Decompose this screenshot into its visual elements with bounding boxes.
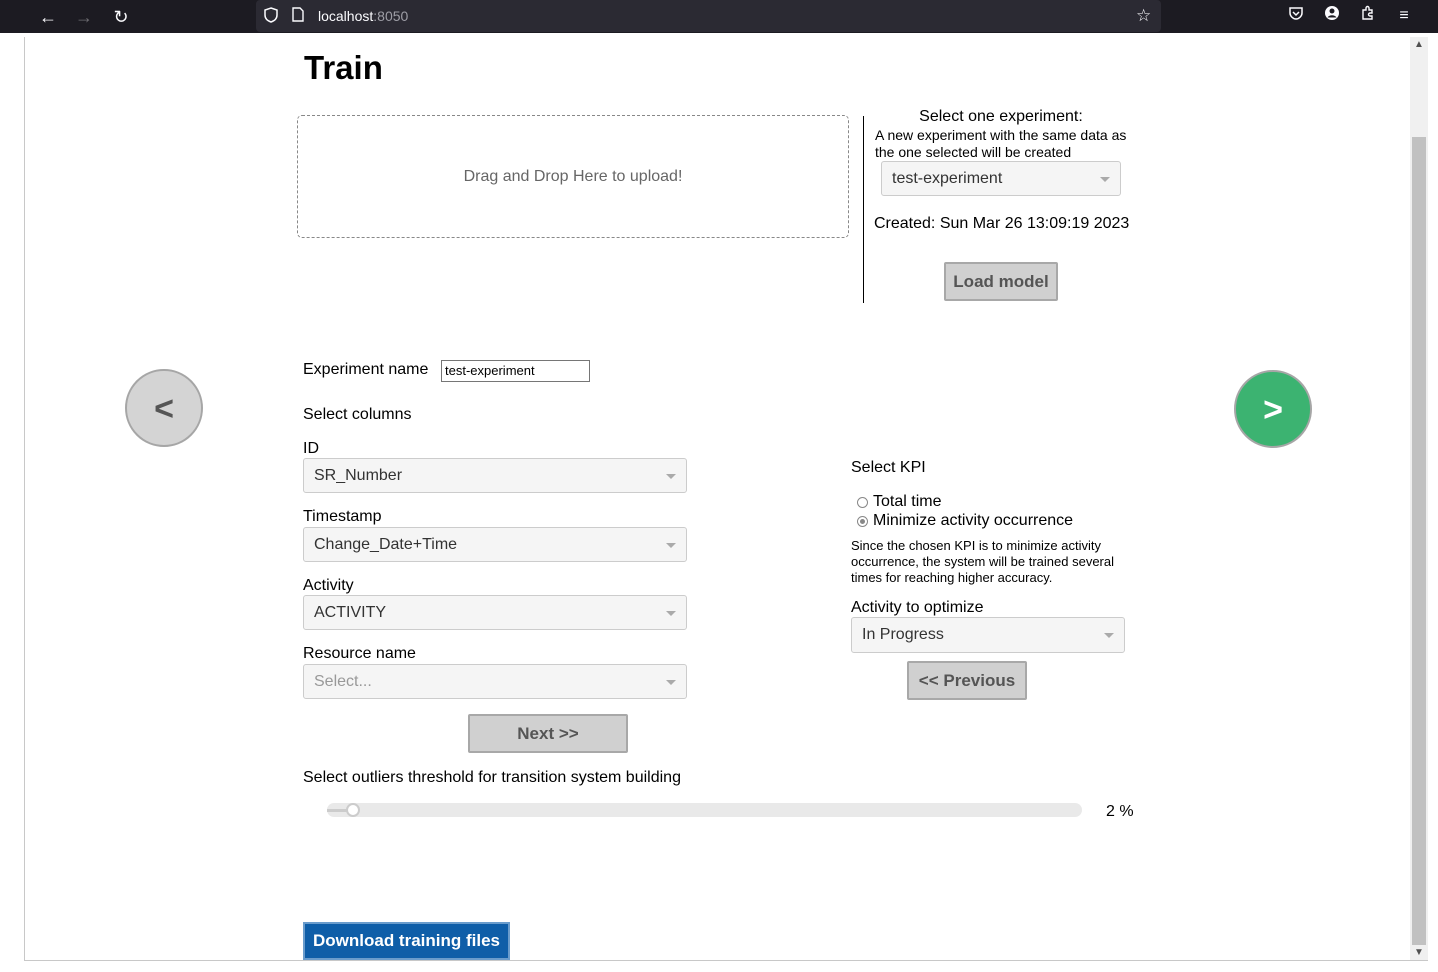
next-page-button[interactable]: > xyxy=(1234,370,1312,448)
resource-name-label: Resource name xyxy=(303,645,416,662)
upload-dropzone[interactable]: Drag and Drop Here to upload! xyxy=(297,115,849,238)
chevron-down-icon xyxy=(1100,176,1110,182)
kpi-option-label[interactable]: Minimize activity occurrence xyxy=(873,512,1073,530)
chevron-down-icon xyxy=(666,542,676,548)
page-icon xyxy=(292,7,304,25)
address-bar[interactable]: localhost:8050 ☆ xyxy=(256,0,1161,32)
outliers-value: 2 % xyxy=(1106,803,1134,820)
activity-select[interactable]: ACTIVITY xyxy=(303,595,687,630)
outliers-threshold-label: Select outliers threshold for transition… xyxy=(303,769,681,786)
dropzone-text: Drag and Drop Here to upload! xyxy=(463,167,683,185)
shield-icon xyxy=(264,7,278,26)
experiment-heading: Select one experiment: xyxy=(919,108,1083,125)
kpi-note: Since the chosen KPI is to minimize acti… xyxy=(851,538,1115,585)
resource-select-placeholder: Select... xyxy=(314,673,372,690)
timestamp-select-value: Change_Date+Time xyxy=(314,536,458,553)
previous-button[interactable]: << Previous xyxy=(907,661,1027,700)
url-text: localhost:8050 xyxy=(318,8,409,24)
extensions-icon[interactable] xyxy=(1357,5,1379,27)
kpi-option-label[interactable]: Total time xyxy=(873,493,941,511)
created-timestamp: Created: Sun Mar 26 13:09:19 2023 xyxy=(874,215,1130,232)
chevron-down-icon xyxy=(1104,633,1114,638)
scroll-down-arrow-icon[interactable]: ▼ xyxy=(1410,947,1428,958)
activity-select-value: ACTIVITY xyxy=(314,604,387,621)
kpi-radio-minimize-activity[interactable] xyxy=(857,516,868,527)
scroll-up-arrow-icon[interactable]: ▲ xyxy=(1410,39,1428,50)
browser-toolbar: ← → ↻ localhost:8050 ☆ ≡ xyxy=(0,0,1438,33)
vertical-divider xyxy=(863,116,864,303)
activity-label: Activity xyxy=(303,577,354,594)
resource-name-select[interactable]: Select... xyxy=(303,664,687,699)
experiment-note: A new experiment with the same data as t… xyxy=(875,127,1127,160)
page-viewport: Train Drag and Drop Here to upload! Sele… xyxy=(24,37,1411,960)
chevron-down-icon xyxy=(666,473,676,479)
experiment-name-input[interactable]: test-experiment xyxy=(441,360,590,382)
timestamp-select[interactable]: Change_Date+Time xyxy=(303,527,687,562)
reload-icon[interactable]: ↻ xyxy=(109,5,133,29)
id-label: ID xyxy=(303,440,319,457)
page-bottom-edge xyxy=(24,960,1428,961)
experiment-select[interactable]: test-experiment xyxy=(881,161,1121,196)
bookmark-star-icon[interactable]: ☆ xyxy=(1136,6,1151,26)
experiment-select-value: test-experiment xyxy=(892,170,1003,187)
next-button[interactable]: Next >> xyxy=(468,714,628,753)
id-select-value: SR_Number xyxy=(314,467,403,484)
chevron-down-icon xyxy=(666,679,676,685)
account-icon[interactable] xyxy=(1321,5,1343,27)
scrollbar-thumb[interactable] xyxy=(1412,137,1426,945)
forward-arrow-icon[interactable]: → xyxy=(72,5,96,29)
timestamp-label: Timestamp xyxy=(303,508,382,525)
outliers-slider-track[interactable] xyxy=(327,803,1082,817)
select-columns-heading: Select columns xyxy=(303,406,412,423)
previous-page-button[interactable]: < xyxy=(125,369,203,447)
page-title: Train xyxy=(304,49,383,86)
id-select[interactable]: SR_Number xyxy=(303,458,687,493)
load-model-button[interactable]: Load model xyxy=(944,262,1058,301)
activity-to-optimize-label: Activity to optimize xyxy=(851,599,984,616)
outliers-slider-handle[interactable] xyxy=(345,803,360,817)
select-kpi-heading: Select KPI xyxy=(851,459,926,476)
activity-to-optimize-value: In Progress xyxy=(862,626,944,643)
back-arrow-icon[interactable]: ← xyxy=(36,5,60,29)
pocket-icon[interactable] xyxy=(1285,5,1307,27)
menu-icon[interactable]: ≡ xyxy=(1393,5,1415,27)
vertical-scrollbar[interactable]: ▲ ▼ xyxy=(1410,37,1428,960)
chevron-down-icon xyxy=(666,610,676,616)
download-training-files-button[interactable]: Download training files xyxy=(303,922,510,960)
activity-to-optimize-select[interactable]: In Progress xyxy=(851,617,1125,653)
experiment-name-label: Experiment name xyxy=(303,361,429,378)
kpi-radio-total-time[interactable] xyxy=(857,497,868,508)
